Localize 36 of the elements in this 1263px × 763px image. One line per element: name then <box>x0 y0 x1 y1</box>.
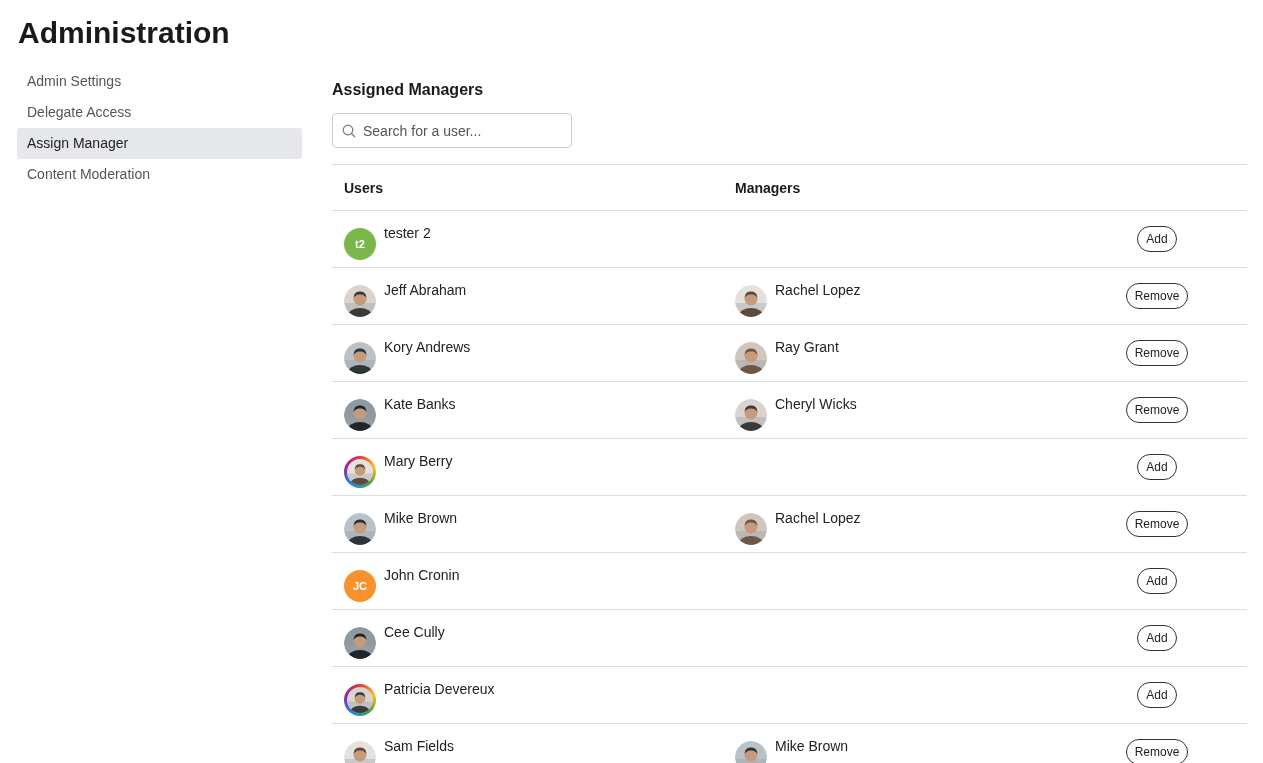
action-button[interactable]: Remove <box>1125 283 1189 309</box>
person-name: Mary Berry <box>384 452 453 470</box>
person-name: Ray Grant <box>775 338 839 356</box>
action-button[interactable]: Add <box>1137 625 1177 651</box>
person-name: Jeff Abraham <box>384 281 467 299</box>
avatar-initials: t2 <box>344 228 376 260</box>
person-name: Mike Brown <box>775 737 849 755</box>
action-button[interactable]: Add <box>1137 568 1177 594</box>
person-name: Mike Brown <box>384 509 458 527</box>
person-name: Cee Cully <box>384 623 445 641</box>
action-button[interactable]: Remove <box>1125 340 1189 366</box>
sidebar-item[interactable]: Delegate Access <box>17 97 302 128</box>
person-name: Sam Fields <box>384 737 455 755</box>
person-name: tester 2 <box>384 224 431 242</box>
column-header: Managers <box>734 179 802 196</box>
action-button[interactable]: Remove <box>1125 511 1189 537</box>
column-header: Users <box>343 179 384 196</box>
person-name: John Cronin <box>384 566 460 584</box>
section-title: Assigned Managers <box>332 80 485 100</box>
action-button[interactable]: Add <box>1137 454 1177 480</box>
person-name: Rachel Lopez <box>775 509 861 527</box>
action-button[interactable]: Add <box>1137 682 1177 708</box>
page-title: Administration <box>18 15 231 51</box>
action-button[interactable]: Remove <box>1125 397 1189 423</box>
person-name: Patricia Devereux <box>384 680 495 698</box>
action-button[interactable]: Remove <box>1125 739 1189 763</box>
sidebar-item[interactable]: Assign Manager <box>17 128 302 159</box>
avatar-initials: JC <box>344 570 376 602</box>
person-name: Cheryl Wicks <box>775 395 857 413</box>
person-name: Kate Banks <box>384 395 456 413</box>
action-button[interactable]: Add <box>1137 226 1177 252</box>
person-name: Rachel Lopez <box>775 281 861 299</box>
person-name: Kory Andrews <box>384 338 471 356</box>
sidebar-item[interactable]: Content Moderation <box>17 159 302 190</box>
sidebar-item[interactable]: Admin Settings <box>17 66 302 97</box>
search-field[interactable]: Search for a user... <box>332 113 572 148</box>
